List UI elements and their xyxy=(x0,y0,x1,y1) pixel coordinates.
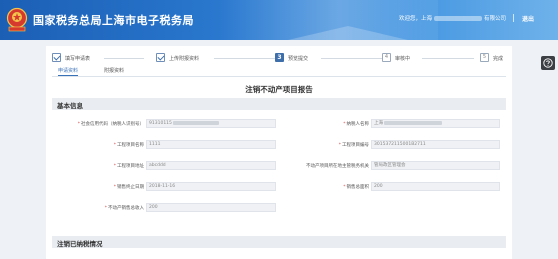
project-no-field[interactable]: 3015372115001B2711 xyxy=(371,140,500,149)
sales-end-date-field[interactable]: 2018-11-16 xyxy=(146,182,276,191)
progress-steps: 填写申请表 上传附报资料 3 预览提交 4 审核中 5 完成 xyxy=(52,51,504,65)
taxpayer-name-label: *纳税人名称 xyxy=(343,122,369,127)
section-title: 注销已纳税情况 xyxy=(57,240,103,248)
welcome-user: 欢迎您，上海 有限公司 xyxy=(399,14,506,22)
step-label: 审核中 xyxy=(395,56,411,62)
step-label: 完成 xyxy=(493,56,504,62)
step-complete: 5 完成 xyxy=(480,51,510,65)
masked-company-name xyxy=(433,16,482,21)
user-company-end: 有限公司 xyxy=(483,16,506,22)
step-label: 上传附报资料 xyxy=(169,56,200,62)
welcome-prefix: 欢迎您， xyxy=(398,16,421,22)
step-connector xyxy=(422,58,474,59)
masked-value xyxy=(173,120,220,125)
main-panel: 填写申请表 上传附报资料 3 预览提交 4 审核中 5 完成 申请资料 附报资料… xyxy=(46,46,512,259)
sales-income-field[interactable]: 200 xyxy=(146,203,276,212)
masked-value xyxy=(384,120,443,125)
section-tax-paid: 注销已纳税情况 xyxy=(52,236,506,248)
tax-authority-label: 不动产项目所在地主管税务机关 xyxy=(306,164,369,169)
sales-end-date-label: *销售终止日期 xyxy=(113,185,144,190)
project-address-field[interactable]: abcddd xyxy=(146,161,276,170)
step-done-check-icon xyxy=(156,53,165,62)
project-name-field[interactable]: 1111 xyxy=(146,140,276,149)
app-title: 国家税务总局上海市电子税务局 xyxy=(33,14,194,27)
step-label: 预览提交 xyxy=(288,56,309,62)
step-upload: 上传附报资料 xyxy=(156,51,276,65)
tax-authority-field[interactable]: 管局政区管理会 xyxy=(371,161,500,170)
project-no-label: *工程项目编号 xyxy=(338,143,369,148)
tax-emblem-icon xyxy=(6,7,28,32)
step-number: 4 xyxy=(382,53,391,62)
tab-attachments[interactable]: 附报资料 xyxy=(104,67,124,74)
step-preview: 3 预览提交 xyxy=(275,51,385,65)
step-number: 5 xyxy=(480,53,489,62)
sales-area-field[interactable]: 200 xyxy=(371,182,500,191)
credit-code-field[interactable]: 91310115 xyxy=(146,119,276,128)
step-fill-form: 填写申请表 xyxy=(52,51,148,65)
sales-area-label: *销售总面积 xyxy=(343,185,369,190)
step-connector xyxy=(214,58,276,59)
section-basic-info: 基本信息 xyxy=(52,98,506,110)
header-divider xyxy=(513,14,514,22)
user-company-start: 上海 xyxy=(420,16,432,22)
step-number: 3 xyxy=(275,53,284,62)
taxpayer-name-field[interactable]: 上海 xyxy=(371,119,500,128)
step-connector xyxy=(104,58,144,59)
tab-application[interactable]: 申请资料 xyxy=(58,67,79,76)
step-done-check-icon xyxy=(52,53,61,62)
project-address-label: *工程项目地址 xyxy=(113,164,144,169)
top-header: 国家税务总局上海市电子税务局 欢迎您，上海 有限公司 退出 xyxy=(0,0,558,40)
section-title: 基本信息 xyxy=(57,102,83,110)
step-connector xyxy=(321,58,383,59)
question-icon xyxy=(543,58,553,68)
step-label: 填写申请表 xyxy=(65,56,91,62)
page-title: 注销不动产项目报告 xyxy=(245,85,313,94)
header-landscape xyxy=(288,26,408,40)
tab-divider xyxy=(52,76,506,77)
logout-link[interactable]: 退出 xyxy=(522,14,534,23)
help-button[interactable] xyxy=(541,56,555,70)
step-review: 4 审核中 xyxy=(382,51,482,65)
credit-code-label: *社会信用代码（纳税人识别号） xyxy=(77,122,144,127)
project-name-label: *工程项目名称 xyxy=(113,143,144,148)
sales-income-label: *不动产销售总收入 xyxy=(104,206,144,211)
